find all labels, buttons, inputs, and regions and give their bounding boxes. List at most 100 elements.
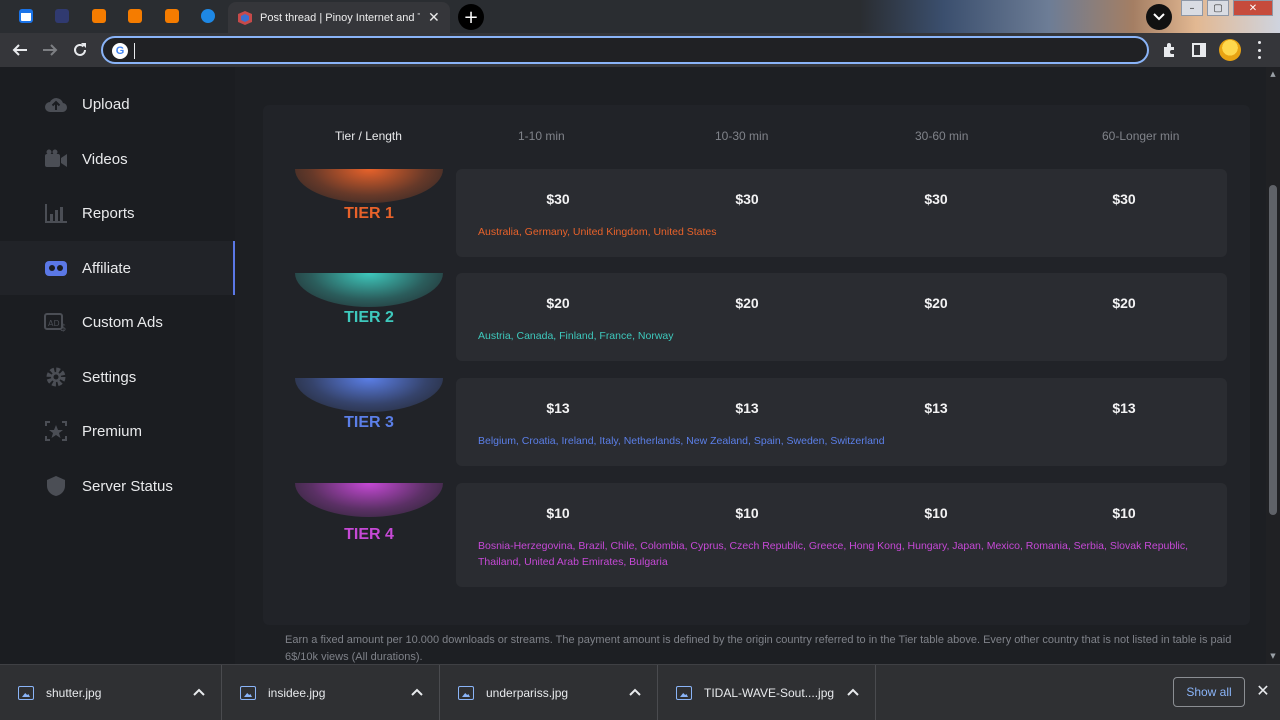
price-cell: $10 bbox=[735, 505, 759, 521]
price-cell: $13 bbox=[1112, 400, 1136, 416]
header-tier-length: Tier / Length bbox=[335, 129, 402, 143]
side-panel-button[interactable] bbox=[1190, 41, 1208, 59]
download-filename: insidee.jpg bbox=[268, 686, 326, 700]
show-all-button[interactable]: Show all bbox=[1173, 677, 1245, 707]
chevron-down-icon bbox=[1153, 13, 1165, 21]
blogger-icon bbox=[92, 9, 106, 23]
close-icon[interactable]: ✕ bbox=[1255, 683, 1271, 699]
plus-icon: + bbox=[463, 6, 479, 28]
sidebar-item-upload[interactable]: Upload bbox=[0, 77, 235, 131]
download-item[interactable]: shutter.jpg bbox=[0, 665, 222, 720]
download-item[interactable]: insidee.jpg bbox=[222, 665, 440, 720]
sidebar-item-custom-ads[interactable]: AD $ Custom Ads bbox=[0, 295, 235, 349]
minimize-button[interactable]: – bbox=[1181, 0, 1203, 16]
sidebar-item-server-status[interactable]: Server Status bbox=[0, 459, 235, 513]
image-file-icon bbox=[676, 686, 692, 700]
sidebar-item-premium[interactable]: Premium bbox=[0, 404, 235, 458]
videos-icon bbox=[44, 148, 68, 170]
tier-1-row: $30 $30 $30 $30 Australia, Germany, Unit… bbox=[456, 169, 1227, 257]
header-col-4: 60-Longer min bbox=[1102, 129, 1180, 143]
window-close-button[interactable]: ✕ bbox=[1233, 0, 1273, 16]
new-tab-button[interactable]: + bbox=[458, 4, 484, 30]
tier-3-badge: TIER 3 bbox=[285, 378, 453, 482]
side-panel-icon bbox=[1192, 43, 1206, 57]
tab-search-button[interactable] bbox=[1146, 4, 1172, 30]
blogger-icon bbox=[128, 9, 142, 23]
site-favicon-icon bbox=[238, 10, 252, 25]
address-input[interactable] bbox=[137, 40, 1127, 60]
tier-countries: Australia, Germany, United Kingdom, Unit… bbox=[478, 226, 717, 238]
tier-name: TIER 4 bbox=[344, 526, 394, 543]
sidebar-item-label: Custom Ads bbox=[82, 313, 163, 331]
sidebar-item-label: Affiliate bbox=[82, 259, 131, 277]
tier-1-badge: TIER 1 bbox=[285, 169, 453, 273]
pinned-tab-blogger-1[interactable] bbox=[86, 5, 112, 27]
tab-close-icon[interactable]: ✕ bbox=[428, 10, 440, 26]
browser-window: Post thread | Pinoy Internet and T ✕ + –… bbox=[0, 0, 1280, 720]
header-col-1: 1-10 min bbox=[518, 129, 565, 143]
tier-glow bbox=[295, 169, 443, 203]
chevron-up-icon[interactable] bbox=[628, 685, 642, 699]
calendar-icon bbox=[19, 9, 33, 23]
price-cell: $10 bbox=[546, 505, 570, 521]
address-bar[interactable]: G bbox=[101, 36, 1149, 64]
scroll-down-icon[interactable]: ▼ bbox=[1269, 652, 1277, 660]
pinned-tab-blogger-3[interactable] bbox=[159, 5, 185, 27]
sidebar-item-label: Upload bbox=[82, 95, 130, 113]
page-scrollbar[interactable]: ▲ ▼ bbox=[1266, 67, 1280, 664]
sidebar-item-settings[interactable]: Settings bbox=[0, 350, 235, 404]
tab-title: Post thread | Pinoy Internet and T bbox=[260, 11, 420, 24]
back-button[interactable] bbox=[10, 40, 30, 60]
download-filename: TIDAL-WAVE-Sout....jpg bbox=[704, 686, 835, 700]
text-caret bbox=[134, 43, 135, 59]
pinned-tab-play[interactable] bbox=[195, 5, 221, 27]
sidebar-item-label: Server Status bbox=[82, 477, 173, 495]
blogger-icon bbox=[165, 9, 179, 23]
image-file-icon bbox=[18, 686, 34, 700]
chevron-up-icon[interactable] bbox=[192, 685, 206, 699]
arrow-left-icon bbox=[12, 44, 27, 56]
tier-countries: Austria, Canada, Finland, France, Norway bbox=[478, 330, 674, 342]
extensions-button[interactable] bbox=[1160, 41, 1178, 59]
custom-ads-icon: AD $ bbox=[44, 311, 68, 333]
forward-button[interactable] bbox=[40, 40, 60, 60]
sidebar-item-label: Premium bbox=[82, 422, 143, 440]
pinned-tab-site[interactable] bbox=[49, 5, 75, 27]
maximize-button[interactable]: ▢ bbox=[1207, 0, 1229, 16]
price-cell: $10 bbox=[1112, 505, 1136, 521]
tier-4-row: $10 $10 $10 $10 Bosnia-Herzegovina, Braz… bbox=[456, 483, 1227, 587]
price-cell: $13 bbox=[735, 400, 759, 416]
price-cell: $10 bbox=[924, 505, 948, 521]
chevron-up-icon[interactable] bbox=[846, 685, 860, 699]
sidebar: Upload Videos Reports Affiliate AD $ Cus… bbox=[0, 67, 235, 664]
tier-3-row: $13 $13 $13 $13 Belgium, Croatia, Irelan… bbox=[456, 378, 1227, 466]
download-item[interactable]: underpariss.jpg bbox=[440, 665, 658, 720]
sidebar-item-reports[interactable]: Reports bbox=[0, 186, 235, 240]
price-cell: $13 bbox=[924, 400, 948, 416]
download-item[interactable]: TIDAL-WAVE-Sout....jpg bbox=[658, 665, 876, 720]
header-col-2: 10-30 min bbox=[715, 129, 769, 143]
price-cell: $30 bbox=[735, 191, 759, 207]
play-icon bbox=[201, 9, 215, 23]
sidebar-item-label: Videos bbox=[82, 150, 128, 168]
active-tab[interactable]: Post thread | Pinoy Internet and T ✕ bbox=[228, 2, 450, 33]
google-icon: G bbox=[112, 43, 128, 59]
tier-glow bbox=[295, 273, 443, 307]
chevron-up-icon[interactable] bbox=[410, 685, 424, 699]
puzzle-icon bbox=[1164, 43, 1174, 57]
sidebar-item-videos[interactable]: Videos bbox=[0, 132, 235, 186]
image-file-icon bbox=[458, 686, 474, 700]
tier-4-badge: TIER 4 bbox=[285, 483, 453, 587]
pinned-tab-calendar[interactable] bbox=[13, 5, 39, 27]
profile-avatar[interactable] bbox=[1219, 39, 1241, 61]
reload-button[interactable] bbox=[70, 40, 90, 60]
price-cell: $20 bbox=[924, 295, 948, 311]
upload-icon bbox=[44, 93, 68, 115]
scrollbar-thumb[interactable] bbox=[1269, 185, 1277, 515]
pinned-tab-blogger-2[interactable] bbox=[122, 5, 148, 27]
tier-2-row: $20 $20 $20 $20 Austria, Canada, Finland… bbox=[456, 273, 1227, 361]
download-filename: shutter.jpg bbox=[46, 686, 102, 700]
scroll-up-icon[interactable]: ▲ bbox=[1269, 70, 1277, 78]
sidebar-item-affiliate[interactable]: Affiliate bbox=[0, 241, 235, 295]
browser-menu-icon[interactable] bbox=[1256, 41, 1262, 59]
